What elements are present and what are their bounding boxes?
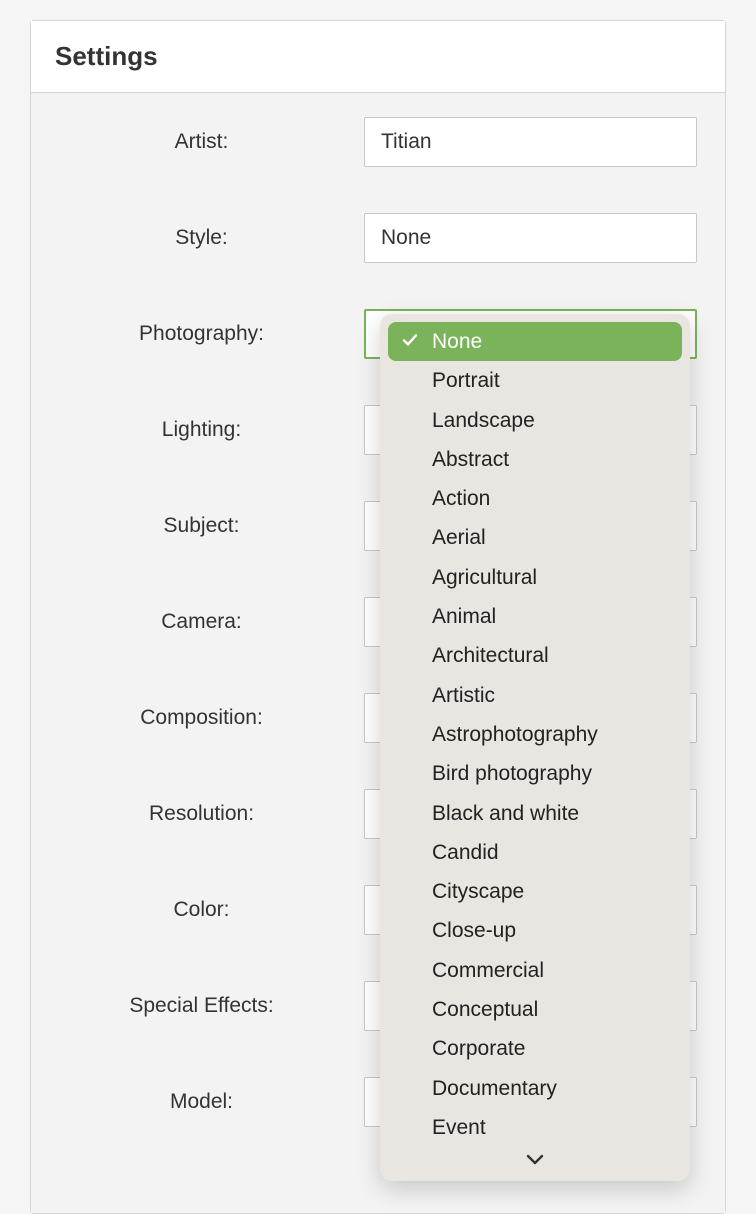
dropdown-option-label: Documentary: [432, 1077, 557, 1100]
dropdown-option[interactable]: Agricultural: [388, 558, 682, 597]
label-lighting: Lighting:: [59, 418, 364, 442]
dropdown-option-label: Corporate: [432, 1037, 525, 1060]
dropdown-option-label: Agricultural: [432, 566, 537, 589]
dropdown-option-label: Event: [432, 1116, 486, 1139]
dropdown-option[interactable]: Aerial: [388, 518, 682, 557]
dropdown-option[interactable]: Architectural: [388, 636, 682, 675]
dropdown-option[interactable]: Cityscape: [388, 872, 682, 911]
row-style: Style: None: [59, 213, 697, 263]
label-special-effects: Special Effects:: [59, 994, 364, 1018]
dropdown-option-label: Abstract: [432, 448, 509, 471]
dropdown-option-label: Astrophotography: [432, 723, 598, 746]
dropdown-option[interactable]: Commercial: [388, 951, 682, 990]
dropdown-option[interactable]: Event: [388, 1108, 682, 1147]
panel-title: Settings: [55, 41, 701, 72]
dropdown-option[interactable]: Documentary: [388, 1069, 682, 1108]
label-subject: Subject:: [59, 514, 364, 538]
dropdown-option[interactable]: Conceptual: [388, 990, 682, 1029]
label-style: Style:: [59, 226, 364, 250]
label-camera: Camera:: [59, 610, 364, 634]
dropdown-option-label: Animal: [432, 605, 496, 628]
label-composition: Composition:: [59, 706, 364, 730]
dropdown-option-label: Candid: [432, 841, 499, 864]
dropdown-option-label: Close-up: [432, 919, 516, 942]
dropdown-option-label: Portrait: [432, 369, 500, 392]
dropdown-option[interactable]: Portrait: [388, 361, 682, 400]
dropdown-option[interactable]: Close-up: [388, 911, 682, 950]
select-artist[interactable]: Titian: [364, 117, 697, 167]
select-artist-value: Titian: [381, 130, 432, 154]
select-style[interactable]: None: [364, 213, 697, 263]
dropdown-option[interactable]: Black and white: [388, 794, 682, 833]
dropdown-option-label: Landscape: [432, 409, 535, 432]
label-model: Model:: [59, 1090, 364, 1114]
select-style-value: None: [381, 226, 431, 250]
row-artist: Artist: Titian: [59, 117, 697, 167]
dropdown-option-label: Aerial: [432, 526, 486, 549]
label-artist: Artist:: [59, 130, 364, 154]
dropdown-option-label: Black and white: [432, 802, 579, 825]
dropdown-option-label: Action: [432, 487, 490, 510]
dropdown-option-label: Commercial: [432, 959, 544, 982]
panel-header: Settings: [31, 21, 725, 93]
dropdown-option[interactable]: Artistic: [388, 676, 682, 715]
dropdown-option[interactable]: Animal: [388, 597, 682, 636]
dropdown-option[interactable]: Action: [388, 479, 682, 518]
dropdown-option-label: Artistic: [432, 684, 495, 707]
dropdown-option-label: Bird photography: [432, 762, 592, 785]
label-color: Color:: [59, 898, 364, 922]
dropdown-option[interactable]: Corporate: [388, 1029, 682, 1068]
dropdown-option[interactable]: None: [388, 322, 682, 361]
dropdown-option-label: Cityscape: [432, 880, 524, 903]
check-icon: [402, 328, 418, 355]
photography-dropdown[interactable]: None Portrait Landscape Abstract Action Aeria…: [380, 314, 690, 1181]
dropdown-option-label: Conceptual: [432, 998, 538, 1021]
dropdown-scroll-indicator[interactable]: [388, 1147, 682, 1173]
label-photography: Photography:: [59, 322, 364, 346]
dropdown-option-label: None: [432, 330, 482, 353]
dropdown-option[interactable]: Abstract: [388, 440, 682, 479]
dropdown-option[interactable]: Astrophotography: [388, 715, 682, 754]
dropdown-option[interactable]: Candid: [388, 833, 682, 872]
dropdown-option-label: Architectural: [432, 644, 549, 667]
chevron-down-icon: [526, 1153, 544, 1171]
label-resolution: Resolution:: [59, 802, 364, 826]
dropdown-option[interactable]: Bird photography: [388, 754, 682, 793]
dropdown-option[interactable]: Landscape: [388, 401, 682, 440]
